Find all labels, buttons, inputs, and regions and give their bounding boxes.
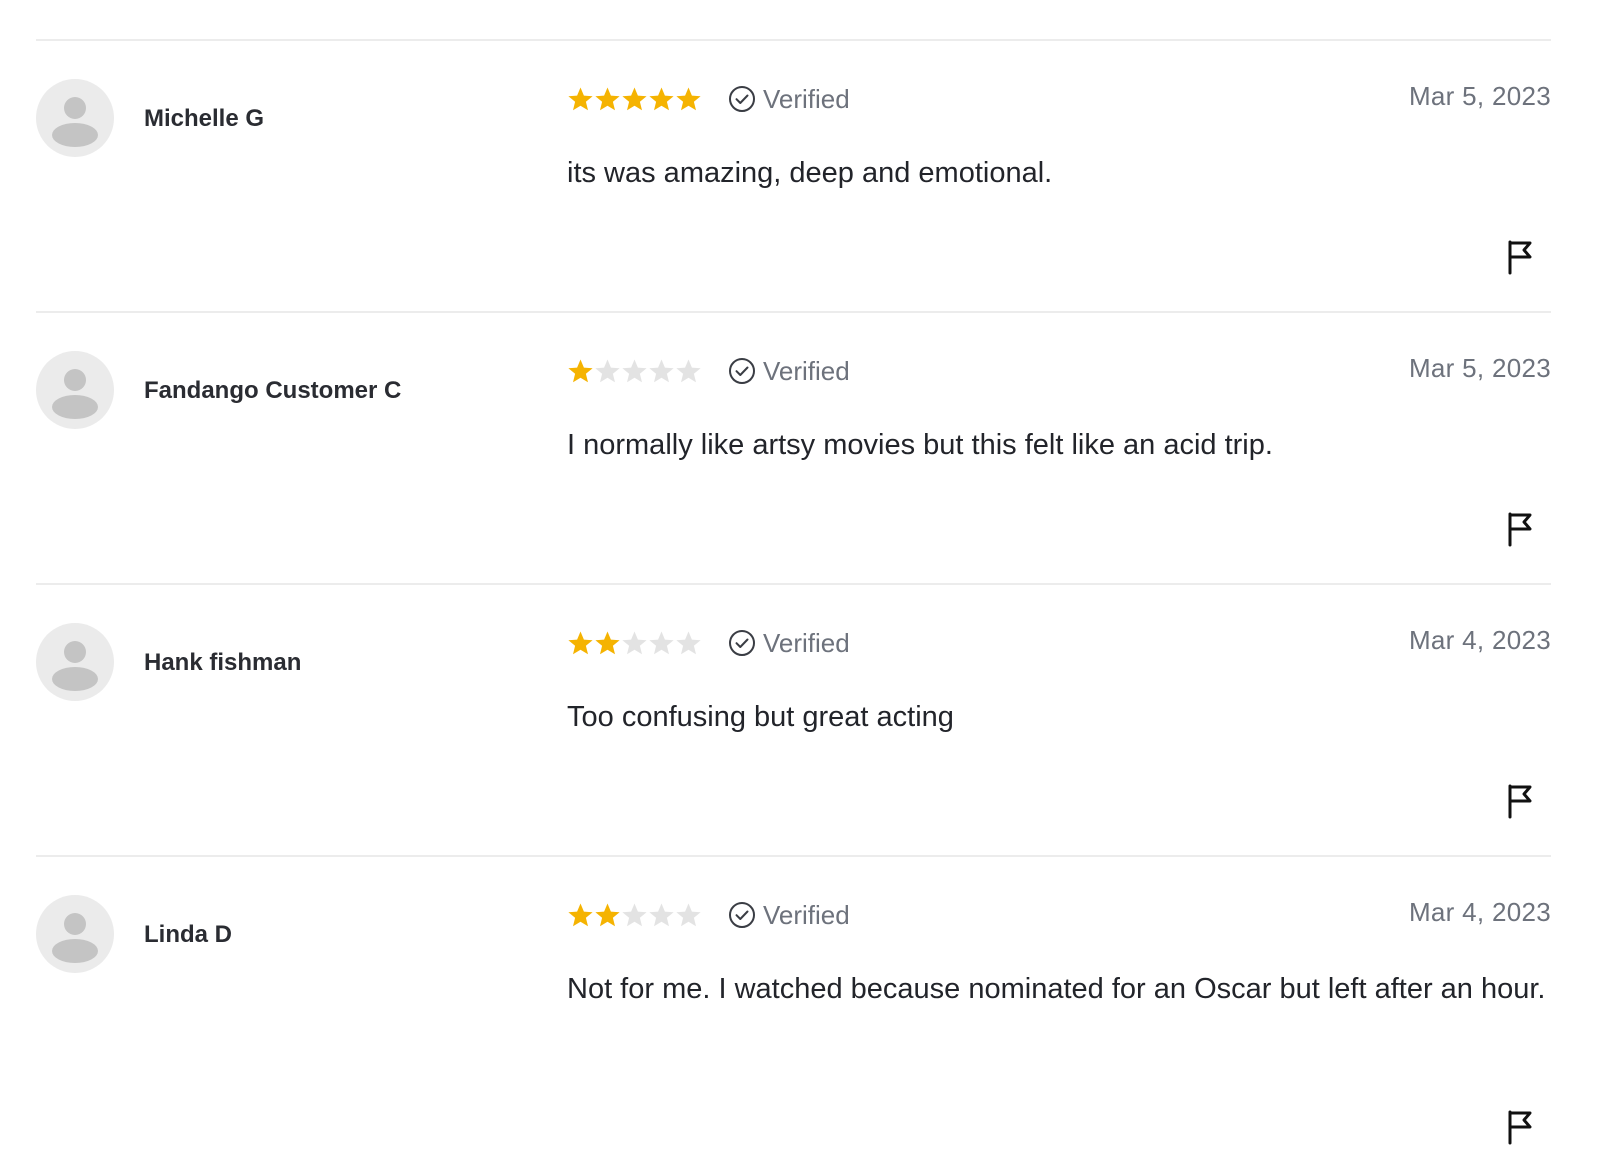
star-filled-icon xyxy=(595,87,620,110)
star-filled-icon xyxy=(595,903,620,926)
default-avatar-icon xyxy=(36,351,114,429)
star-filled-icon xyxy=(568,903,593,926)
report-flag-button[interactable] xyxy=(1503,237,1537,277)
reviewer-name: Hank fishman xyxy=(144,649,302,676)
star-filled-icon xyxy=(622,87,647,110)
review-item: Fandango Customer C Verified Mar 5, 2023… xyxy=(36,311,1551,583)
rating-row: Verified xyxy=(567,625,850,661)
flag-icon xyxy=(1508,240,1532,275)
star-filled-icon xyxy=(676,87,701,110)
reviewer-name: Linda D xyxy=(144,921,232,948)
star-empty-icon xyxy=(649,903,674,926)
star-filled-icon xyxy=(568,359,593,382)
verified-label: Verified xyxy=(763,355,850,386)
check-circle-icon xyxy=(729,86,755,112)
star-empty-icon xyxy=(649,359,674,382)
verified-label: Verified xyxy=(763,899,850,930)
star-filled-icon xyxy=(568,631,593,654)
default-avatar-icon xyxy=(36,623,114,701)
verified-label: Verified xyxy=(763,83,850,114)
review-text: I normally like artsy movies but this fe… xyxy=(567,429,1273,461)
star-empty-icon xyxy=(676,903,701,926)
review-item: Linda D Verified Mar 4, 2023 Not for me.… xyxy=(36,855,1551,1155)
verified-badge: Verified xyxy=(728,900,850,931)
star-empty-icon xyxy=(622,631,647,654)
star-rating xyxy=(567,358,702,385)
reviewer-name: Michelle G xyxy=(144,105,265,132)
flag-icon xyxy=(1508,784,1532,819)
rating-row: Verified xyxy=(567,897,850,933)
check-circle-icon xyxy=(729,902,755,928)
reviews-list: Michelle G Verified Mar 5, 2023 its was … xyxy=(36,39,1551,1155)
star-rating xyxy=(567,86,702,113)
check-circle-icon xyxy=(729,358,755,384)
review-item: Hank fishman Verified Mar 4, 2023 Too co… xyxy=(36,583,1551,855)
star-filled-icon xyxy=(568,87,593,110)
star-empty-icon xyxy=(595,359,620,382)
check-circle-icon xyxy=(729,630,755,656)
rating-row: Verified xyxy=(567,81,850,117)
flag-icon xyxy=(1508,512,1532,547)
verified-badge: Verified xyxy=(728,84,850,115)
review-text: its was amazing, deep and emotional. xyxy=(567,157,1053,189)
star-rating xyxy=(567,630,702,657)
review-text: Too confusing but great acting xyxy=(567,701,954,733)
star-empty-icon xyxy=(622,359,647,382)
review-date: Mar 5, 2023 xyxy=(1408,353,1551,383)
verified-label: Verified xyxy=(763,627,850,658)
star-filled-icon xyxy=(649,87,674,110)
default-avatar-icon xyxy=(36,895,114,973)
rating-row: Verified xyxy=(567,353,850,389)
verified-badge: Verified xyxy=(728,628,850,659)
star-filled-icon xyxy=(595,631,620,654)
report-flag-button[interactable] xyxy=(1503,509,1537,549)
review-date: Mar 4, 2023 xyxy=(1408,625,1551,655)
review-text: Not for me. I watched because nominated … xyxy=(567,973,1546,1005)
reviewer-name: Fandango Customer C xyxy=(144,377,402,404)
report-flag-button[interactable] xyxy=(1503,781,1537,821)
star-empty-icon xyxy=(676,359,701,382)
review-date: Mar 5, 2023 xyxy=(1408,81,1551,111)
star-empty-icon xyxy=(676,631,701,654)
star-rating xyxy=(567,902,702,929)
review-item: Michelle G Verified Mar 5, 2023 its was … xyxy=(36,39,1551,311)
review-date: Mar 4, 2023 xyxy=(1408,897,1551,927)
star-empty-icon xyxy=(649,631,674,654)
default-avatar-icon xyxy=(36,79,114,157)
verified-badge: Verified xyxy=(728,356,850,387)
star-empty-icon xyxy=(622,903,647,926)
report-flag-button[interactable] xyxy=(1503,1107,1537,1147)
flag-icon xyxy=(1508,1110,1532,1145)
